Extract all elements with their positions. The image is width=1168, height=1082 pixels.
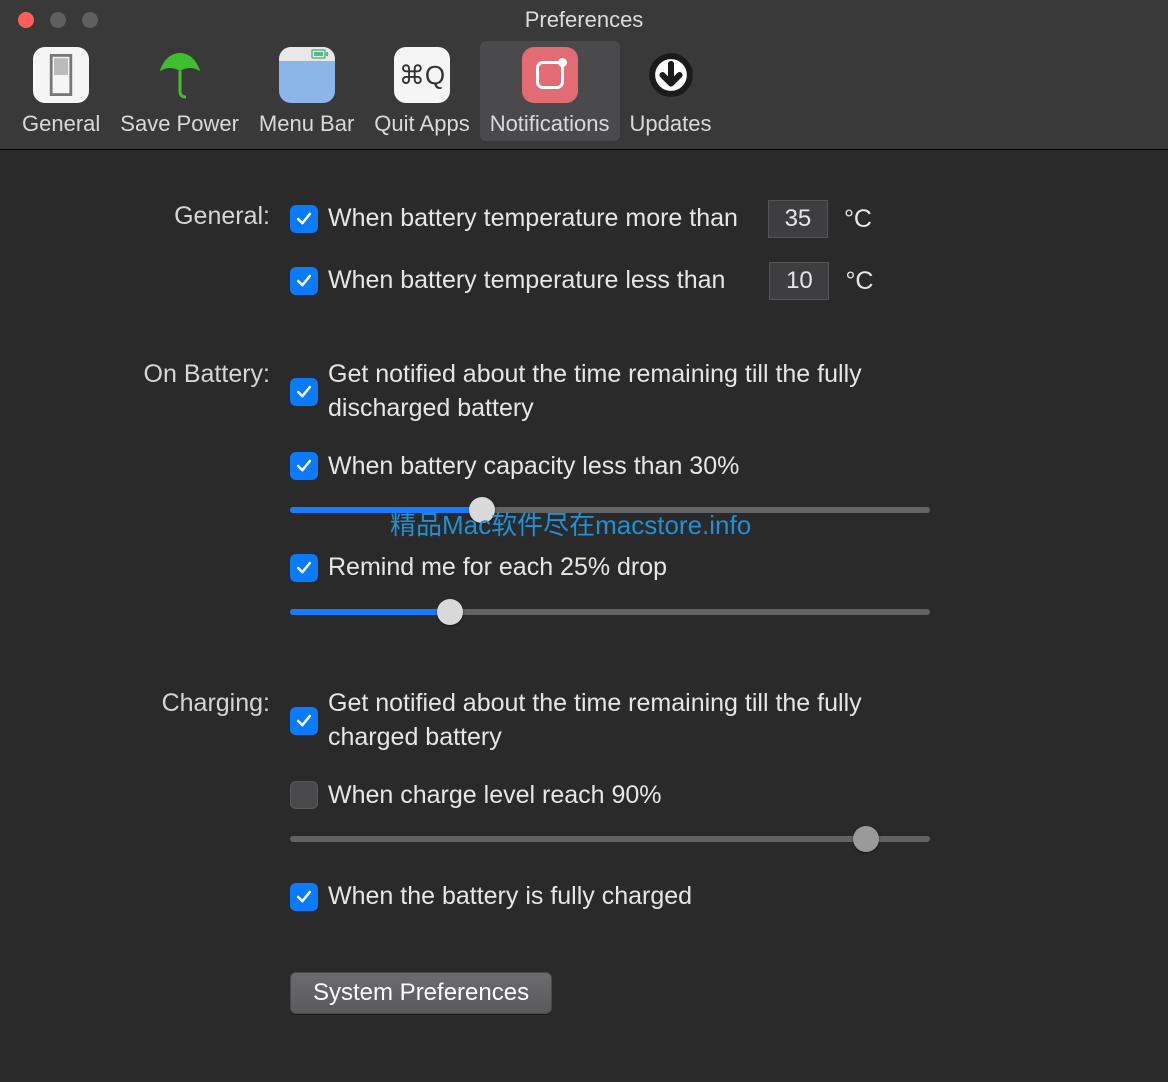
zoom-window-button[interactable] <box>82 12 98 28</box>
tab-label: General <box>22 111 100 137</box>
tab-label: Notifications <box>490 111 610 137</box>
unit-temp-less: °C <box>839 267 873 296</box>
label-fully-charged: When the battery is fully charged <box>328 880 692 914</box>
label-temp-less: When battery temperature less than <box>328 264 725 298</box>
checkbox-capacity[interactable] <box>290 452 318 480</box>
section-label-on-battery: On Battery: <box>60 358 290 629</box>
checkbox-temp-more[interactable] <box>290 205 318 233</box>
unit-temp-more: °C <box>838 205 872 234</box>
label-remind-drop: Remind me for each 25% drop <box>328 551 667 585</box>
minimize-window-button[interactable] <box>50 12 66 28</box>
input-temp-less[interactable] <box>769 262 829 300</box>
checkbox-remind-drop[interactable] <box>290 554 318 582</box>
slider-remind-drop[interactable] <box>290 599 930 625</box>
command-q-icon: ⌘Q <box>399 60 445 91</box>
section-label-charging: Charging: <box>60 687 290 914</box>
download-icon <box>647 51 695 99</box>
window-title: Preferences <box>525 7 644 33</box>
label-temp-more: When battery temperature more than <box>328 202 738 236</box>
slider-charge-level[interactable] <box>290 826 930 852</box>
tab-quit-apps[interactable]: ⌘Q Quit Apps <box>364 41 479 141</box>
input-temp-more[interactable] <box>768 200 828 238</box>
label-charge-time: Get notified about the time remaining ti… <box>328 687 928 755</box>
tab-general[interactable]: General <box>12 41 110 141</box>
label-capacity: When battery capacity less than 30% <box>328 450 739 484</box>
battery-icon <box>311 49 329 59</box>
checkbox-temp-less[interactable] <box>290 267 318 295</box>
system-preferences-button[interactable]: System Preferences <box>290 972 552 1014</box>
tab-notifications[interactable]: Notifications <box>480 41 620 141</box>
tab-label: Updates <box>630 111 712 137</box>
switch-icon <box>33 47 89 103</box>
label-discharge-time: Get notified about the time remaining ti… <box>328 358 928 426</box>
tab-updates[interactable]: Updates <box>620 41 722 141</box>
tab-label: Save Power <box>120 111 239 137</box>
checkbox-charge-time[interactable] <box>290 707 318 735</box>
close-window-button[interactable] <box>18 12 34 28</box>
slider-capacity[interactable] <box>290 497 930 523</box>
tab-menu-bar[interactable]: Menu Bar <box>249 41 364 141</box>
checkbox-fully-charged[interactable] <box>290 883 318 911</box>
section-label-general: General: <box>60 200 290 300</box>
label-charge-level: When charge level reach 90% <box>328 779 662 813</box>
tab-label: Menu Bar <box>259 111 354 137</box>
checkbox-charge-level[interactable] <box>290 781 318 809</box>
tab-save-power[interactable]: Save Power <box>110 41 249 141</box>
tab-label: Quit Apps <box>374 111 469 137</box>
titlebar: Preferences <box>0 0 1168 40</box>
checkbox-discharge-time[interactable] <box>290 378 318 406</box>
toolbar: General Save Power Menu Bar ⌘Q Quit Apps <box>0 40 1168 150</box>
umbrella-icon <box>152 47 208 103</box>
content-area: General: When battery temperature more t… <box>0 150 1168 1082</box>
